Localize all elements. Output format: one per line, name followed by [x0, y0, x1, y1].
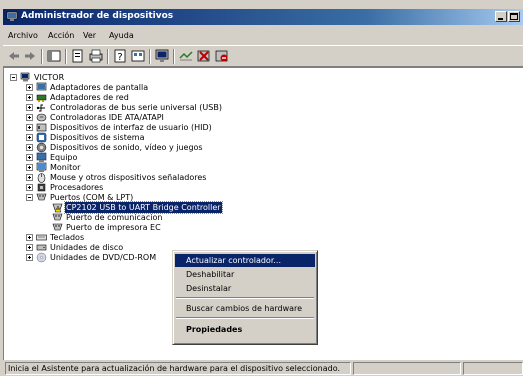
menu-update-driver-label: Actualizar controlador...	[186, 256, 282, 265]
maximize-button[interactable]	[508, 11, 520, 22]
menu-separator	[176, 297, 314, 299]
device-manager-icon	[6, 11, 18, 21]
help-icon[interactable]: ?	[113, 49, 127, 63]
expand-icon[interactable]	[26, 144, 33, 151]
uninstall-icon[interactable]	[197, 49, 211, 63]
menu-update-driver[interactable]: Actualizar controlador...	[175, 254, 315, 267]
port-icon	[36, 192, 47, 203]
expand-icon[interactable]	[26, 94, 33, 101]
forward-icon[interactable]	[23, 49, 37, 63]
show-hide-tree-icon[interactable]	[47, 49, 61, 63]
menu-properties[interactable]: Propiedades	[175, 323, 315, 336]
window-title: Administrador de dispositivos	[21, 11, 174, 21]
minimize-icon	[498, 18, 503, 20]
expand-icon[interactable]	[26, 234, 33, 241]
svg-text:?: ?	[117, 52, 122, 63]
title-bar[interactable]: Administrador de dispositivos	[3, 9, 523, 25]
toolbar-separator	[65, 49, 67, 64]
computer-icon	[20, 72, 31, 83]
toolbar-separator	[107, 49, 109, 64]
expand-icon[interactable]	[26, 84, 33, 91]
menu-uninstall[interactable]: Desinstalar	[175, 282, 315, 295]
expand-icon[interactable]	[26, 174, 33, 181]
expand-icon[interactable]	[26, 124, 33, 131]
menu-scan-hardware-label: Buscar cambios de hardware	[186, 304, 303, 313]
expand-icon[interactable]	[26, 184, 33, 191]
toolbar-separator	[149, 49, 151, 64]
expand-icon[interactable]	[26, 244, 33, 251]
status-pane-2	[353, 362, 461, 375]
monitor-icon[interactable]	[155, 49, 169, 63]
expand-icon[interactable]	[26, 154, 33, 161]
status-bar: Inicia el Asistente para actualización d…	[3, 361, 523, 376]
menu-properties-label: Propiedades	[186, 325, 243, 334]
menu-ver[interactable]: Ver	[83, 31, 96, 40]
expand-icon[interactable]	[26, 254, 33, 261]
menu-bar: Archivo Acción Ver Ayuda	[3, 27, 523, 44]
menu-separator	[176, 317, 314, 319]
back-icon[interactable]	[7, 49, 21, 63]
scan-hardware-icon[interactable]	[179, 49, 193, 63]
collapse-icon[interactable]	[26, 194, 33, 201]
menu-accion[interactable]: Acción	[48, 31, 74, 40]
menu-disable[interactable]: Deshabilitar	[175, 268, 315, 281]
menu-uninstall-label: Desinstalar	[186, 284, 232, 293]
expand-icon[interactable]	[26, 134, 33, 141]
toolbar: ?	[3, 45, 523, 67]
properties-icon[interactable]	[71, 49, 85, 63]
expand-icon[interactable]	[26, 114, 33, 121]
maximize-icon	[510, 13, 518, 20]
menu-scan-hardware[interactable]: Buscar cambios de hardware	[175, 302, 315, 315]
menu-ayuda[interactable]: Ayuda	[109, 31, 134, 40]
status-pane-3	[463, 362, 523, 375]
disable-icon[interactable]	[215, 49, 229, 63]
context-menu: Actualizar controlador... Deshabilitar D…	[172, 250, 318, 345]
print-icon[interactable]	[89, 49, 103, 63]
toolbar-separator	[173, 49, 175, 64]
device-manager-window: Administrador de dispositivos Archivo Ac…	[0, 0, 523, 376]
toolbar-separator	[41, 49, 43, 64]
status-text: Inicia el Asistente para actualización d…	[5, 362, 351, 375]
collapse-icon[interactable]	[10, 74, 17, 81]
menu-archivo[interactable]: Archivo	[8, 31, 38, 40]
menu-disable-label: Deshabilitar	[186, 270, 235, 279]
expand-icon[interactable]	[26, 104, 33, 111]
expand-icon[interactable]	[26, 164, 33, 171]
dvd-drive-icon	[36, 252, 47, 263]
view-icon[interactable]	[131, 49, 145, 63]
tree-item-dvd-drives-label: Unidades de DVD/CD-ROM	[50, 253, 157, 262]
minimize-button[interactable]	[495, 11, 507, 22]
